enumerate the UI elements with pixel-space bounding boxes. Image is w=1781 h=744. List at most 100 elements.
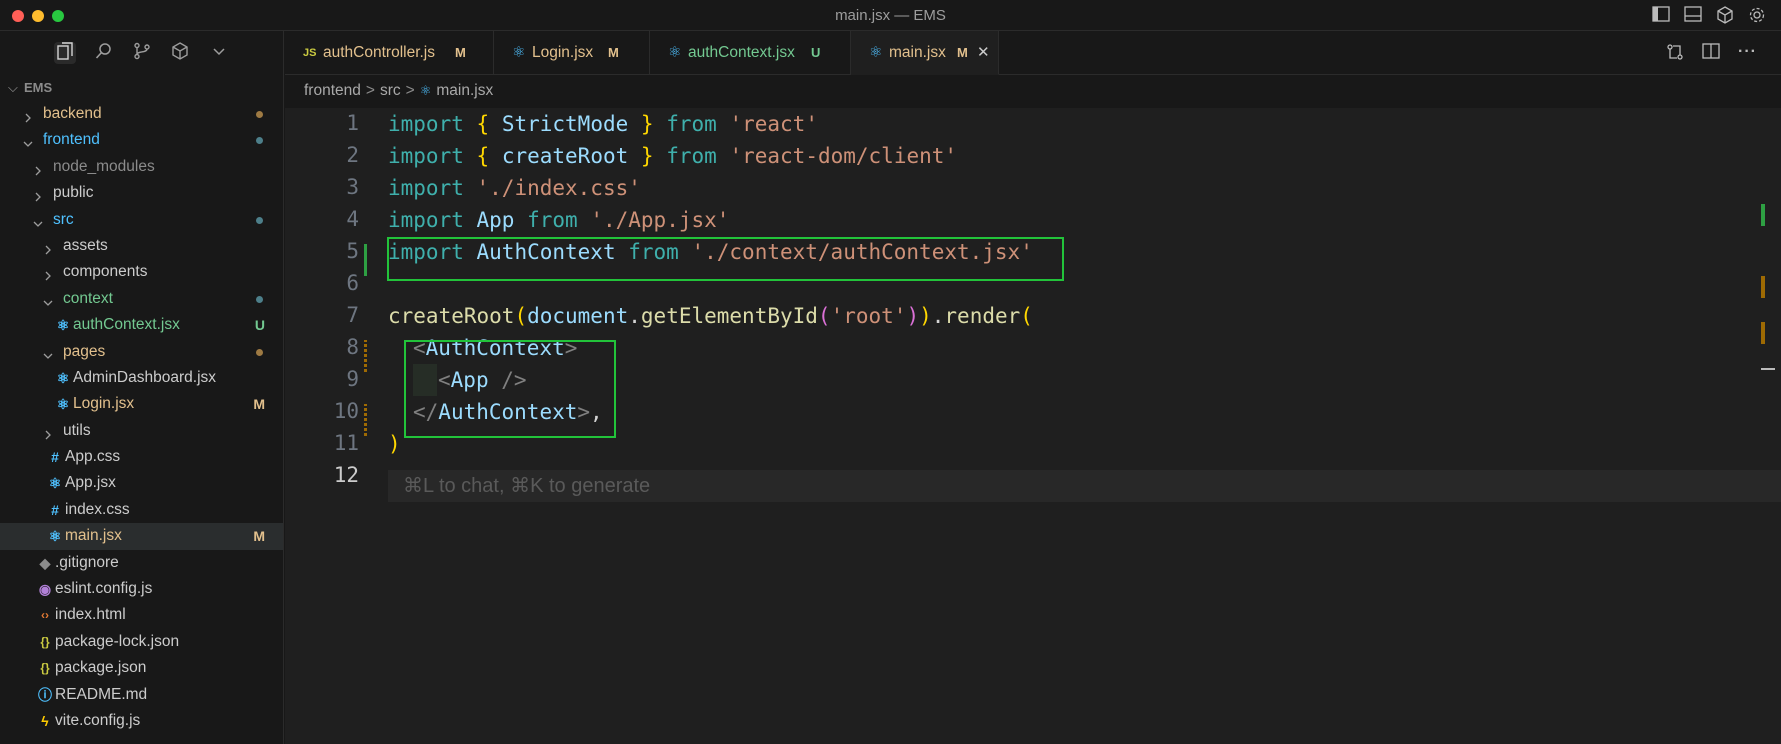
cube-icon[interactable] [1715, 6, 1735, 26]
line-number: 7 [346, 303, 359, 327]
breadcrumb-frontend[interactable]: frontend [304, 82, 361, 100]
code-editor[interactable]: 1 2 3 4 5 6 7 8 9 10 11 12 import { StrictMode } fr… [285, 108, 1781, 744]
json-file-icon: {} [40, 661, 50, 676]
tree-item-label: Login.jsx [73, 395, 135, 413]
tree-item-label: vite.config.js [55, 711, 141, 729]
code-line-2: import { createRoot } from 'react-dom/cl… [388, 144, 958, 168]
git-status-badge: U [254, 317, 265, 334]
file-authcontext-jsx[interactable]: ⚛ authContext.jsx U [0, 312, 283, 338]
react-file-icon: ⚛ [48, 528, 62, 545]
folder-components[interactable]: components [0, 259, 283, 285]
tree-item-label: components [63, 263, 148, 281]
tree-item-label: node_modules [53, 157, 155, 175]
tab-authcontext-jsx[interactable]: ⚛ authContext.jsx U [650, 31, 851, 75]
info-file-icon: ⓘ [38, 686, 52, 703]
git-status-badge: M [253, 528, 265, 545]
explorer-files-icon[interactable] [54, 42, 76, 64]
file-main-jsx[interactable]: ⚛ main.jsx M [0, 523, 283, 550]
git-status-dot [256, 295, 263, 303]
file-package-json[interactable]: {} package.json [0, 655, 283, 681]
tab-status-badge: U [811, 45, 821, 60]
vite-file-icon: ϟ [41, 712, 49, 729]
folder-pages[interactable]: pages [0, 339, 283, 365]
file-app-jsx[interactable]: ⚛ App.jsx [0, 470, 283, 496]
tab-main-jsx[interactable]: ⚛ main.jsx M ✕ [851, 31, 999, 75]
folder-utils[interactable]: utils [0, 418, 283, 444]
file-admindashboard-jsx[interactable]: ⚛ AdminDashboard.jsx [0, 365, 283, 391]
folder-assets[interactable]: assets [0, 233, 283, 259]
settings-gear-icon[interactable] [1747, 6, 1767, 26]
file-index-html[interactable]: ‹› index.html [0, 602, 283, 628]
folder-frontend[interactable]: frontend [0, 127, 283, 153]
toggle-panel-icon[interactable] [1683, 6, 1703, 26]
title-bar: main.jsx — EMS [0, 0, 1781, 31]
tab-label: main.jsx [889, 44, 946, 61]
code-line-11: ) [388, 432, 401, 456]
file--gitignore[interactable]: ◆ .gitignore [0, 550, 283, 576]
tree-item-label: eslint.config.js [55, 580, 153, 598]
line-number: 6 [346, 271, 359, 295]
folder-src[interactable]: src [0, 207, 283, 233]
window-title: main.jsx — EMS [835, 7, 946, 24]
git-file-icon: ◆ [39, 554, 51, 571]
explorer-root[interactable]: ⌵ EMS [0, 75, 283, 101]
tree-item-label: .gitignore [55, 553, 119, 571]
chevron-down-icon[interactable] [208, 42, 230, 64]
overview-ruler-added [1761, 204, 1765, 226]
css-file-icon: # [51, 501, 59, 518]
tab-authcontroller-js[interactable]: JS authController.js M [285, 31, 494, 75]
overview-ruler-cursor [1761, 368, 1775, 370]
split-editor-icon[interactable] [1702, 43, 1720, 66]
line-number: 10 [333, 399, 359, 423]
toggle-primary-sidebar-icon[interactable] [1651, 6, 1671, 26]
highlight-box-import [387, 237, 1064, 281]
react-file-icon: ⚛ [512, 44, 526, 61]
file-eslint-config-js[interactable]: ◉ eslint.config.js [0, 576, 283, 602]
tree-item-label: public [53, 184, 94, 202]
tab-status-badge: M [608, 45, 619, 60]
extensions-icon[interactable] [169, 42, 191, 64]
modified-line-marker [364, 340, 367, 372]
react-file-icon: ⚛ [56, 317, 70, 334]
breadcrumb-main-jsx[interactable]: main.jsx [436, 82, 493, 100]
tab-label: authController.js [323, 44, 436, 61]
more-actions-icon[interactable]: ··· [1738, 43, 1757, 66]
css-file-icon: # [51, 449, 59, 466]
react-icon: ⚛ [419, 83, 432, 98]
folder-node-modules[interactable]: node_modules [0, 154, 283, 180]
tree-item-label: AdminDashboard.jsx [73, 368, 217, 386]
open-changes-icon[interactable] [1666, 43, 1684, 66]
file-index-css[interactable]: # index.css [0, 497, 283, 523]
line-number: 3 [346, 175, 359, 199]
tab-status-badge: M [957, 45, 968, 60]
source-control-icon[interactable] [131, 42, 153, 64]
react-file-icon: ⚛ [56, 396, 70, 413]
line-number: 11 [333, 431, 359, 455]
file-app-css[interactable]: # App.css [0, 444, 283, 470]
tab-login-jsx[interactable]: ⚛ Login.jsx M [494, 31, 650, 75]
folder-backend[interactable]: backend [0, 101, 283, 127]
file-login-jsx[interactable]: ⚛ Login.jsx M [0, 391, 283, 417]
javascript-file-icon: JS [303, 47, 317, 59]
folder-public[interactable]: public [0, 180, 283, 206]
tab-label: authContext.jsx [688, 44, 795, 61]
modified-line-marker [364, 404, 367, 436]
search-icon[interactable] [93, 42, 115, 64]
tree-item-label: index.html [55, 606, 126, 624]
close-tab-icon[interactable]: ✕ [977, 31, 990, 75]
file-vite-config-js[interactable]: ϟ vite.config.js [0, 708, 283, 734]
git-status-dot [256, 137, 263, 145]
eslint-file-icon: ◉ [38, 581, 52, 598]
file-readme-md[interactable]: ⓘ README.md [0, 682, 283, 708]
tree-item-label: App.jsx [65, 474, 116, 492]
line-number: 8 [346, 335, 359, 359]
highlight-box-jsx [404, 340, 616, 438]
line-number: 4 [346, 207, 359, 231]
git-status-dot [256, 348, 263, 356]
added-line-marker [364, 244, 367, 276]
file-package-lock-json[interactable]: {} package-lock.json [0, 629, 283, 655]
folder-context[interactable]: context [0, 286, 283, 312]
line-number: 5 [346, 239, 359, 263]
explorer-sidebar: ⌵ EMS backend frontend node_modulespublic s… [0, 31, 284, 744]
breadcrumb-src[interactable]: src [380, 82, 401, 100]
